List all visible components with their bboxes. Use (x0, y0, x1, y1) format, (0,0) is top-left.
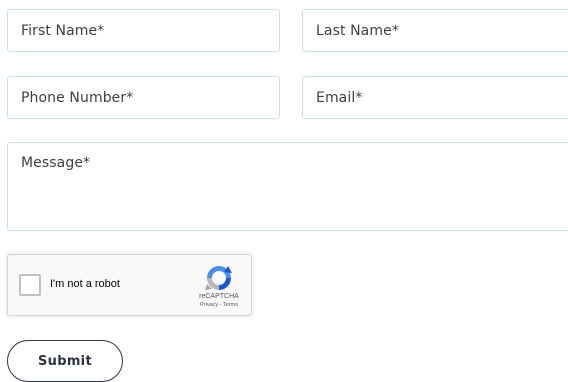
email-field[interactable]: Email* (302, 76, 568, 119)
email-placeholder: Email* (316, 90, 363, 106)
submit-button[interactable]: Submit (7, 340, 123, 382)
recaptcha-widget: I'm not a robot reCAPTCHA Privacy - Term… (7, 254, 252, 316)
first-name-field[interactable]: First Name* (7, 9, 280, 52)
message-placeholder: Message* (21, 155, 91, 171)
terms-link[interactable]: Terms (223, 302, 238, 308)
last-name-field[interactable]: Last Name* (302, 9, 568, 52)
first-name-placeholder: First Name* (21, 23, 105, 39)
recaptcha-label: I'm not a robot (50, 278, 120, 290)
recaptcha-logo-icon (205, 266, 232, 290)
recaptcha-links: Privacy - Terms (192, 302, 246, 308)
phone-number-placeholder: Phone Number* (21, 90, 134, 106)
privacy-link[interactable]: Privacy (200, 302, 218, 308)
last-name-placeholder: Last Name* (316, 23, 399, 39)
phone-number-field[interactable]: Phone Number* (7, 76, 280, 119)
message-textarea[interactable]: Message* (7, 142, 568, 231)
recaptcha-brand: reCAPTCHA (199, 293, 239, 300)
recaptcha-checkbox[interactable] (19, 274, 41, 296)
